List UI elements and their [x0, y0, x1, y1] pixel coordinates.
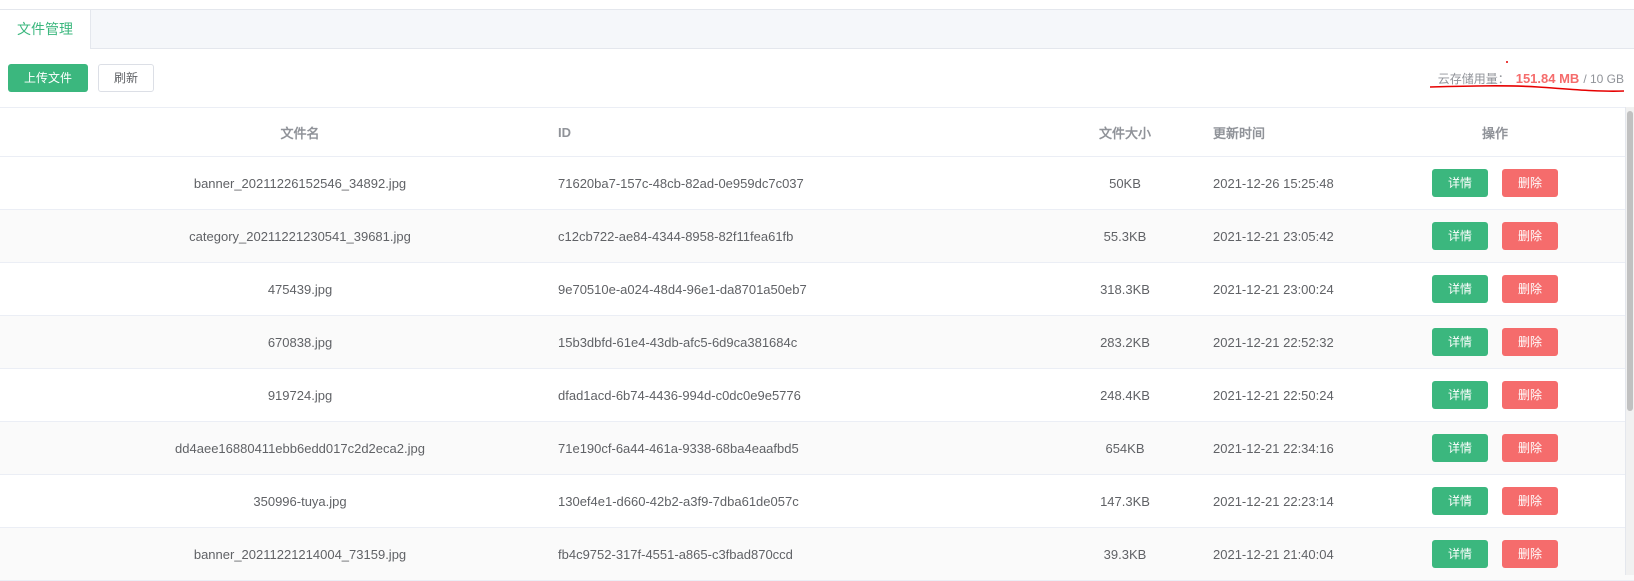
cell-file-name: 670838.jpg [267, 334, 333, 350]
cell-actions: 详情 删除 [1420, 263, 1570, 315]
cell-actions: 详情 删除 [1420, 210, 1570, 262]
cell-update-time: 2021-12-21 21:40:04 [1213, 546, 1334, 562]
cell-actions: 详情 删除 [1420, 422, 1570, 474]
cell-file-name: banner_20211221214004_73159.jpg [193, 546, 407, 562]
tab-file-management[interactable]: 文件管理 [0, 10, 91, 49]
cell-file-name: 919724.jpg [267, 387, 333, 403]
cell-id: 130ef4e1-d660-42b2-a3f9-7dba61de057c [558, 493, 799, 509]
vertical-scrollbar[interactable] [1625, 107, 1634, 575]
delete-button[interactable]: 删除 [1502, 487, 1558, 515]
top-border [0, 0, 1634, 10]
cell-file-size: 654KB [1105, 440, 1145, 456]
cell-actions: 详情 删除 [1420, 316, 1570, 368]
red-underline-annotation [1429, 85, 1625, 92]
header-actions: 操作 [1481, 125, 1508, 141]
cell-id: 9e70510e-a024-48d4-96e1-da8701a50eb7 [558, 281, 807, 297]
delete-button[interactable]: 删除 [1502, 381, 1558, 409]
delete-button[interactable]: 删除 [1502, 328, 1558, 356]
header-update-time: 更新时间 [1213, 125, 1266, 141]
tab-bar: 文件管理 [0, 10, 1634, 49]
cell-file-name: 475439.jpg [267, 281, 333, 297]
scrollbar-thumb[interactable] [1627, 111, 1633, 411]
detail-button[interactable]: 详情 [1432, 222, 1488, 250]
toolbar: 上传文件 刷新 云存储用量： 151.84 MB/ 10 GB [0, 48, 1634, 106]
cell-update-time: 2021-12-26 15:25:48 [1213, 175, 1334, 191]
cell-file-name: dd4aee16880411ebb6edd017c2d2eca2.jpg [175, 440, 425, 456]
cell-id: dfad1acd-6b74-4436-994d-c0dc0e9e5776 [558, 387, 801, 403]
cell-file-size: 283.2KB [1100, 334, 1150, 350]
cell-actions: 详情 删除 [1420, 475, 1570, 527]
cell-update-time: 2021-12-21 23:05:42 [1213, 228, 1334, 244]
cell-id: c12cb722-ae84-4344-8958-82f11fea61fb [558, 228, 794, 244]
cell-update-time: 2021-12-21 22:52:32 [1213, 334, 1334, 350]
table-row: 475439.jpg 9e70510e-a024-48d4-96e1-da870… [0, 263, 1634, 316]
annotation-dot [1506, 61, 1508, 63]
delete-button[interactable]: 删除 [1502, 222, 1558, 250]
cell-update-time: 2021-12-21 22:34:16 [1213, 440, 1334, 456]
upload-file-button[interactable]: 上传文件 [8, 64, 88, 92]
cell-file-size: 55.3KB [1103, 228, 1147, 244]
header-id: ID [558, 124, 571, 140]
header-file-size: 文件大小 [1098, 125, 1151, 141]
detail-button[interactable]: 详情 [1432, 328, 1488, 356]
table-row: 670838.jpg 15b3dbfd-61e4-43db-afc5-6d9ca… [0, 316, 1634, 369]
delete-button[interactable]: 删除 [1502, 275, 1558, 303]
detail-button[interactable]: 详情 [1432, 275, 1488, 303]
delete-button[interactable]: 删除 [1502, 169, 1558, 197]
cell-update-time: 2021-12-21 23:00:24 [1213, 281, 1334, 297]
table-row: 919724.jpg dfad1acd-6b74-4436-994d-c0dc0… [0, 369, 1634, 422]
cell-actions: 详情 删除 [1420, 528, 1570, 580]
cell-file-size: 248.4KB [1100, 387, 1150, 403]
cell-update-time: 2021-12-21 22:50:24 [1213, 387, 1334, 403]
cell-file-size: 50KB [1109, 175, 1141, 191]
cell-file-size: 318.3KB [1100, 281, 1150, 297]
table-row: dd4aee16880411ebb6edd017c2d2eca2.jpg 71e… [0, 422, 1634, 475]
file-table: 文件名 ID 文件大小 更新时间 操作 banner_2021122615254… [0, 107, 1634, 581]
cell-file-name: 350996-tuya.jpg [253, 493, 347, 509]
cell-actions: 详情 删除 [1420, 157, 1570, 209]
cell-file-size: 147.3KB [1100, 493, 1150, 509]
detail-button[interactable]: 详情 [1432, 169, 1488, 197]
refresh-button[interactable]: 刷新 [98, 64, 154, 92]
cell-actions: 详情 删除 [1420, 369, 1570, 421]
table-row: 350996-tuya.jpg 130ef4e1-d660-42b2-a3f9-… [0, 475, 1634, 528]
table-row: banner_20211221214004_73159.jpg fb4c9752… [0, 528, 1634, 581]
cell-id: fb4c9752-317f-4551-a865-c3fbad870ccd [558, 546, 793, 562]
detail-button[interactable]: 详情 [1432, 381, 1488, 409]
cell-id: 71620ba7-157c-48cb-82ad-0e959dc7c037 [558, 175, 804, 191]
cell-file-size: 39.3KB [1103, 546, 1147, 562]
cell-file-name: banner_20211226152546_34892.jpg [193, 175, 407, 191]
cell-file-name: category_20211221230541_39681.jpg [189, 228, 411, 244]
table-row: banner_20211226152546_34892.jpg 71620ba7… [0, 157, 1634, 210]
delete-button[interactable]: 删除 [1502, 540, 1558, 568]
detail-button[interactable]: 详情 [1432, 487, 1488, 515]
detail-button[interactable]: 详情 [1432, 540, 1488, 568]
delete-button[interactable]: 删除 [1502, 434, 1558, 462]
cell-update-time: 2021-12-21 22:23:14 [1213, 493, 1334, 509]
table-row: category_20211221230541_39681.jpg c12cb7… [0, 210, 1634, 263]
detail-button[interactable]: 详情 [1432, 434, 1488, 462]
table-header: 文件名 ID 文件大小 更新时间 操作 [0, 107, 1634, 157]
cell-id: 15b3dbfd-61e4-43db-afc5-6d9ca381684c [558, 334, 798, 350]
cell-id: 71e190cf-6a44-461a-9338-68ba4eaafbd5 [558, 440, 799, 456]
header-file-name: 文件名 [280, 125, 320, 141]
